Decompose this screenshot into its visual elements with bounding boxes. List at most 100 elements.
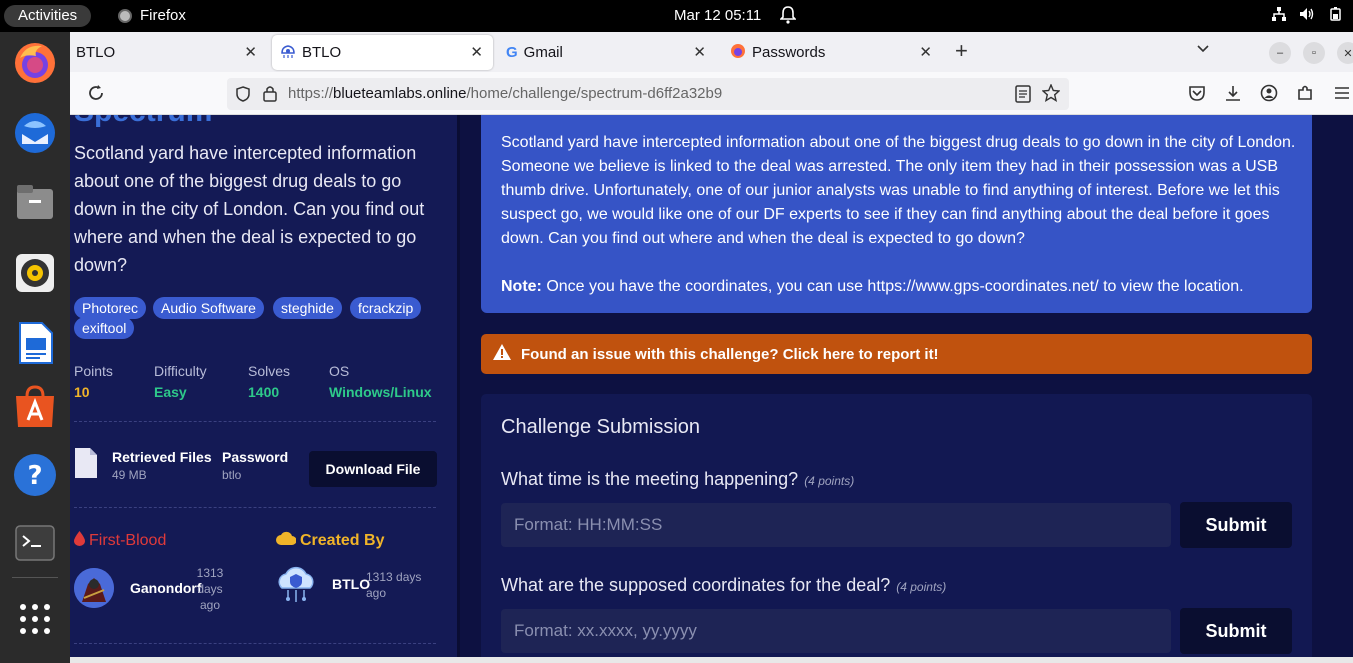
tag-audio-software[interactable]: Audio Software — [153, 297, 264, 319]
tab-label: Gmail — [523, 44, 563, 61]
lock-icon[interactable] — [263, 85, 277, 107]
tab-passwords[interactable]: Passwords ✕ — [722, 35, 942, 70]
divider — [74, 421, 436, 422]
stat-value: Easy — [154, 384, 187, 400]
note: Note: Once you have the coordinates, you… — [501, 275, 1296, 299]
submission-title: Challenge Submission — [501, 416, 701, 438]
report-issue-text[interactable]: Found an issue with this challenge? Clic… — [521, 346, 939, 363]
retrieved-files-size: 49 MB — [112, 468, 147, 482]
question-1: What time is the meeting happening? (4 po… — [501, 469, 854, 490]
rhythmbox-dock-icon[interactable] — [12, 250, 58, 296]
tag-photorec[interactable]: Photorec — [74, 297, 147, 319]
extensions-icon[interactable] — [1296, 84, 1314, 107]
help-dock-icon[interactable]: ? — [12, 452, 58, 498]
maximize-button[interactable]: ▫ — [1303, 42, 1325, 64]
challenge-info-panel: Spectrum Scotland yard have intercepted … — [70, 115, 457, 663]
close-icon[interactable]: ✕ — [470, 43, 483, 61]
reload-icon[interactable] — [87, 84, 105, 107]
submit-button[interactable]: Submit — [1180, 608, 1292, 654]
status-strip — [70, 657, 1353, 663]
tab-label: BTLO — [76, 44, 116, 61]
close-window-button[interactable]: ✕ — [1337, 42, 1353, 64]
btlo-logo[interactable] — [276, 564, 316, 604]
tab-gmail[interactable]: G Gmail ✕ — [498, 35, 716, 70]
stat-points: Points 10 — [74, 363, 113, 400]
thunderbird-dock-icon[interactable] — [12, 110, 58, 156]
shield-icon[interactable] — [235, 86, 251, 107]
clock[interactable]: Mar 12 05:11 — [674, 5, 761, 27]
close-icon[interactable]: ✕ — [244, 43, 257, 61]
stat-label: Solves — [248, 363, 291, 379]
reader-view-icon[interactable] — [1015, 85, 1031, 108]
new-tab-button[interactable]: + — [955, 40, 968, 62]
tag-steghide[interactable]: steghide — [273, 297, 342, 319]
firefox-favicon-icon — [730, 43, 746, 63]
password-label: Password — [222, 449, 289, 465]
terminal-dock-icon[interactable] — [12, 520, 58, 566]
column-divider — [457, 115, 460, 663]
tag-exiftool[interactable]: exiftool — [74, 317, 135, 339]
avatar[interactable] — [74, 568, 114, 608]
first-blood-label: First-Blood — [89, 532, 167, 549]
answer-input-coordinates[interactable] — [501, 609, 1171, 653]
downloads-icon[interactable] — [1224, 84, 1242, 107]
url-bar[interactable]: https://blueteamlabs.online/home/challen… — [227, 78, 1069, 110]
tab-label: Passwords — [752, 44, 826, 61]
url-host: blueteamlabs.online — [333, 85, 467, 102]
answer-input-time[interactable] — [501, 503, 1171, 547]
account-icon[interactable] — [1260, 84, 1278, 107]
question-2: What are the supposed coordinates for th… — [501, 575, 946, 596]
page-content: Spectrum Scotland yard have intercepted … — [70, 115, 1353, 663]
password-value: btlo — [222, 468, 242, 482]
note-text: Once you have the coordinates, you can u… — [541, 278, 1244, 295]
chevron-down-icon[interactable] — [1196, 42, 1210, 61]
firefox-dock-icon[interactable] — [12, 40, 58, 86]
pocket-icon[interactable] — [1188, 84, 1206, 107]
stat-label: Difficulty — [154, 363, 207, 379]
stat-solves: Solves 1400 — [248, 363, 290, 400]
writer-dock-icon[interactable] — [12, 320, 58, 366]
challenge-description: Scotland yard have intercepted informati… — [501, 134, 1296, 247]
activities-button[interactable]: Activities — [4, 5, 92, 27]
show-apps-icon[interactable] — [12, 596, 58, 642]
tag-fcrackzip[interactable]: fcrackzip — [350, 297, 422, 319]
bookmark-star-icon[interactable] — [1041, 83, 1061, 107]
google-favicon-icon: G — [506, 44, 518, 61]
warning-icon — [493, 344, 511, 364]
app-menu-label: Firefox — [140, 7, 186, 24]
tab-btlo-1[interactable]: BTLO ✕ — [70, 35, 267, 70]
file-icon — [74, 447, 98, 484]
close-icon[interactable]: ✕ — [693, 43, 706, 61]
url-prefix: https:// — [288, 85, 334, 102]
note-label: Note: — [501, 278, 542, 295]
download-file-button[interactable]: Download File — [309, 451, 437, 487]
challenge-submission-panel: Challenge Submission What time is the me… — [481, 394, 1312, 663]
bell-icon — [779, 6, 797, 28]
network-icon — [1271, 6, 1287, 26]
challenge-summary: Scotland yard have intercepted informati… — [74, 143, 425, 275]
first-blood-user[interactable]: Ganondorf — [130, 580, 202, 596]
dock-separator — [12, 577, 58, 578]
app-center-dock-icon[interactable] — [12, 384, 58, 430]
app-menu-firefox[interactable]: Firefox — [118, 5, 186, 27]
menu-icon[interactable] — [1333, 84, 1351, 107]
url-text[interactable]: https://blueteamlabs.online/home/challen… — [288, 85, 722, 102]
creator-name[interactable]: BTLO — [332, 576, 370, 592]
stat-value: 1400 — [248, 384, 280, 400]
minimize-button[interactable]: – — [1269, 42, 1291, 64]
close-icon[interactable]: ✕ — [919, 43, 932, 61]
question-text: What time is the meeting happening? — [501, 469, 799, 489]
creator-time: 1313 days ago — [366, 570, 422, 600]
challenge-description-card: Scotland yard have intercepted informati… — [481, 115, 1312, 313]
system-top-bar: Activities Firefox Mar 12 05:11 — [0, 0, 1353, 32]
submit-button[interactable]: Submit — [1180, 502, 1292, 548]
dock: ? — [0, 32, 70, 663]
first-blood-heading: First-Blood — [74, 531, 166, 551]
tab-btlo-active[interactable]: BTLO ✕ — [272, 35, 493, 70]
power-icon — [1327, 6, 1343, 26]
question-points: (4 points) — [896, 580, 947, 594]
svg-text:?: ? — [27, 461, 42, 491]
system-tray[interactable] — [1271, 6, 1343, 26]
report-issue-banner[interactable]: Found an issue with this challenge? Clic… — [481, 334, 1312, 374]
files-dock-icon[interactable] — [12, 180, 58, 226]
